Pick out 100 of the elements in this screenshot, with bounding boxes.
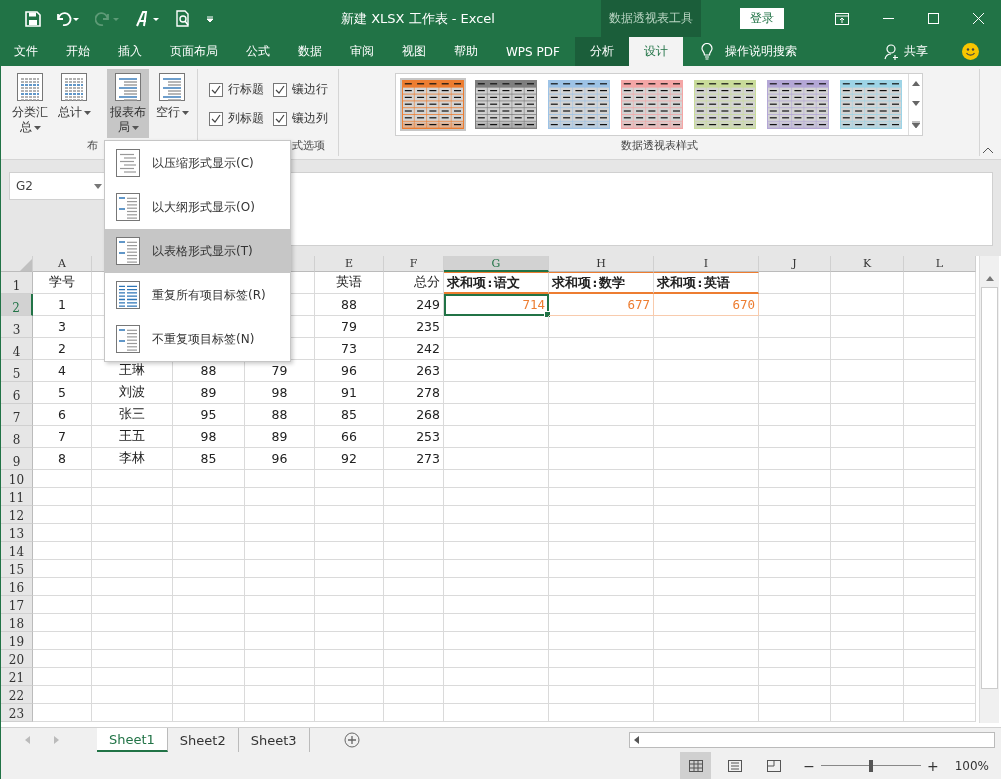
row-header[interactable]: 12 xyxy=(1,506,33,524)
column-header[interactable]: A xyxy=(33,256,92,272)
row-header[interactable]: 10 xyxy=(1,470,33,488)
customize-icon[interactable] xyxy=(205,13,215,24)
table-style-thumbnail[interactable] xyxy=(838,78,904,131)
row-header[interactable]: 4 xyxy=(1,338,33,360)
column-header[interactable]: F xyxy=(384,256,444,272)
minimize-icon[interactable] xyxy=(883,17,894,20)
gallery-up-icon[interactable] xyxy=(911,81,920,87)
ribbon-tab[interactable]: 帮助 xyxy=(441,37,490,66)
zoom-level[interactable]: 100% xyxy=(954,758,989,773)
ribbon-tab[interactable]: 设计 xyxy=(628,37,683,66)
ribbon-display-icon[interactable] xyxy=(835,12,849,25)
ribbon-tab[interactable]: 文件 xyxy=(1,37,50,66)
add-sheet-icon[interactable] xyxy=(343,732,360,748)
save-icon[interactable] xyxy=(25,10,41,27)
row-header[interactable]: 22 xyxy=(1,686,33,704)
table-style-thumbnail[interactable] xyxy=(400,78,466,131)
ribbon-tab[interactable]: 开始 xyxy=(53,37,102,66)
gallery-more-icon[interactable] xyxy=(911,120,920,128)
undo-icon[interactable] xyxy=(55,10,81,27)
table-cell xyxy=(904,614,976,632)
layout-icon xyxy=(116,237,140,265)
share-button[interactable]: 共享 xyxy=(904,43,928,60)
table-layout-icon xyxy=(17,73,43,101)
zoom-out-button[interactable]: − xyxy=(803,757,815,774)
ribbon-tab[interactable]: 视图 xyxy=(389,37,438,66)
table-cell: 714 xyxy=(444,294,549,316)
row-header[interactable]: 19 xyxy=(1,632,33,650)
normal-view-icon[interactable] xyxy=(680,752,712,779)
row-header[interactable]: 7 xyxy=(1,404,33,426)
table-cell xyxy=(173,686,245,704)
table-style-thumbnail[interactable] xyxy=(619,78,685,131)
row-header[interactable]: 6 xyxy=(1,382,33,404)
table-cell xyxy=(33,542,92,560)
row-header[interactable]: 18 xyxy=(1,614,33,632)
scroll-up-icon[interactable] xyxy=(985,276,994,281)
row-header[interactable]: 14 xyxy=(1,542,33,560)
row-header[interactable]: 16 xyxy=(1,578,33,596)
scroll-left-icon[interactable] xyxy=(634,736,639,744)
ribbon-tab[interactable]: 数据 xyxy=(285,37,334,66)
column-header[interactable]: E xyxy=(315,256,384,272)
row-header[interactable]: 15 xyxy=(1,560,33,578)
table-style-thumbnail[interactable] xyxy=(765,78,831,131)
table-cell: 263 xyxy=(384,360,444,382)
checkbox[interactable]: 行标题 xyxy=(208,81,264,98)
ribbon-tab[interactable]: 插入 xyxy=(105,37,154,66)
row-header[interactable]: 13 xyxy=(1,524,33,542)
close-icon[interactable] xyxy=(973,13,984,24)
ribbon-tab[interactable]: 审阅 xyxy=(337,37,386,66)
row-header[interactable]: 5 xyxy=(1,360,33,382)
row-header[interactable]: 9 xyxy=(1,448,33,470)
sheet-tab[interactable]: Sheet1 xyxy=(97,728,168,752)
column-header[interactable]: G xyxy=(444,256,549,272)
checkbox[interactable]: 列标题 xyxy=(208,110,264,127)
row-header[interactable]: 11 xyxy=(1,488,33,506)
ribbon-button[interactable]: 总计 xyxy=(53,69,95,138)
collapse-ribbon-icon[interactable] xyxy=(983,147,993,153)
ribbon-button[interactable]: 报表布局 xyxy=(107,69,149,138)
column-header[interactable]: L xyxy=(904,256,976,272)
row-header[interactable]: 20 xyxy=(1,650,33,668)
table-style-thumbnail[interactable] xyxy=(473,78,539,131)
ribbon-tab[interactable]: 分析 xyxy=(574,37,629,66)
table-style-thumbnail[interactable] xyxy=(692,78,758,131)
tell-me-search[interactable]: 操作说明搜索 xyxy=(724,43,797,60)
row-header[interactable]: 3 xyxy=(1,316,33,338)
column-header[interactable]: I xyxy=(654,256,759,272)
row-header[interactable]: 23 xyxy=(1,704,33,722)
row-header[interactable]: 17 xyxy=(1,596,33,614)
horizontal-scrollbar[interactable] xyxy=(629,732,995,748)
menu-item[interactable]: 不重复项目标签(N) xyxy=(105,317,290,361)
ribbon-button[interactable]: 空行 xyxy=(151,69,193,138)
menu-item[interactable]: 以表格形式显示(T) xyxy=(105,229,290,273)
zoom-in-button[interactable]: + xyxy=(926,757,939,774)
table-cell: 95 xyxy=(173,404,245,426)
checkbox[interactable]: 镶边行 xyxy=(272,81,328,98)
ribbon-tab[interactable]: 公式 xyxy=(233,37,282,66)
column-header[interactable]: H xyxy=(549,256,654,272)
ribbon-button[interactable]: 分类汇总 xyxy=(9,69,51,138)
print-preview-icon[interactable] xyxy=(175,10,191,27)
table-style-thumbnail[interactable] xyxy=(546,78,612,131)
table-cell: 英语 xyxy=(315,272,384,294)
maximize-icon[interactable] xyxy=(928,13,939,24)
column-header[interactable]: J xyxy=(759,256,831,272)
column-header[interactable]: K xyxy=(831,256,904,272)
ribbon-tab[interactable]: 页面布局 xyxy=(157,37,230,66)
row-header[interactable]: 1 xyxy=(1,272,33,294)
row-header[interactable]: 21 xyxy=(1,668,33,686)
touch-mode-icon[interactable] xyxy=(135,10,161,27)
row-header[interactable]: 2 xyxy=(1,294,33,316)
gallery-down-icon[interactable] xyxy=(911,101,920,106)
row-header[interactable]: 8 xyxy=(1,426,33,448)
checkbox[interactable]: 镶边列 xyxy=(272,110,328,127)
menu-item[interactable]: 重复所有项目标签(R) xyxy=(105,273,290,317)
sign-in-button[interactable]: 登录 xyxy=(740,8,784,29)
smiley-icon[interactable] xyxy=(962,43,979,60)
table-cell xyxy=(904,668,976,686)
check-icon xyxy=(210,114,221,123)
vertical-scrollbar[interactable] xyxy=(979,256,999,723)
ribbon-tab[interactable]: WPS PDF xyxy=(493,37,572,66)
